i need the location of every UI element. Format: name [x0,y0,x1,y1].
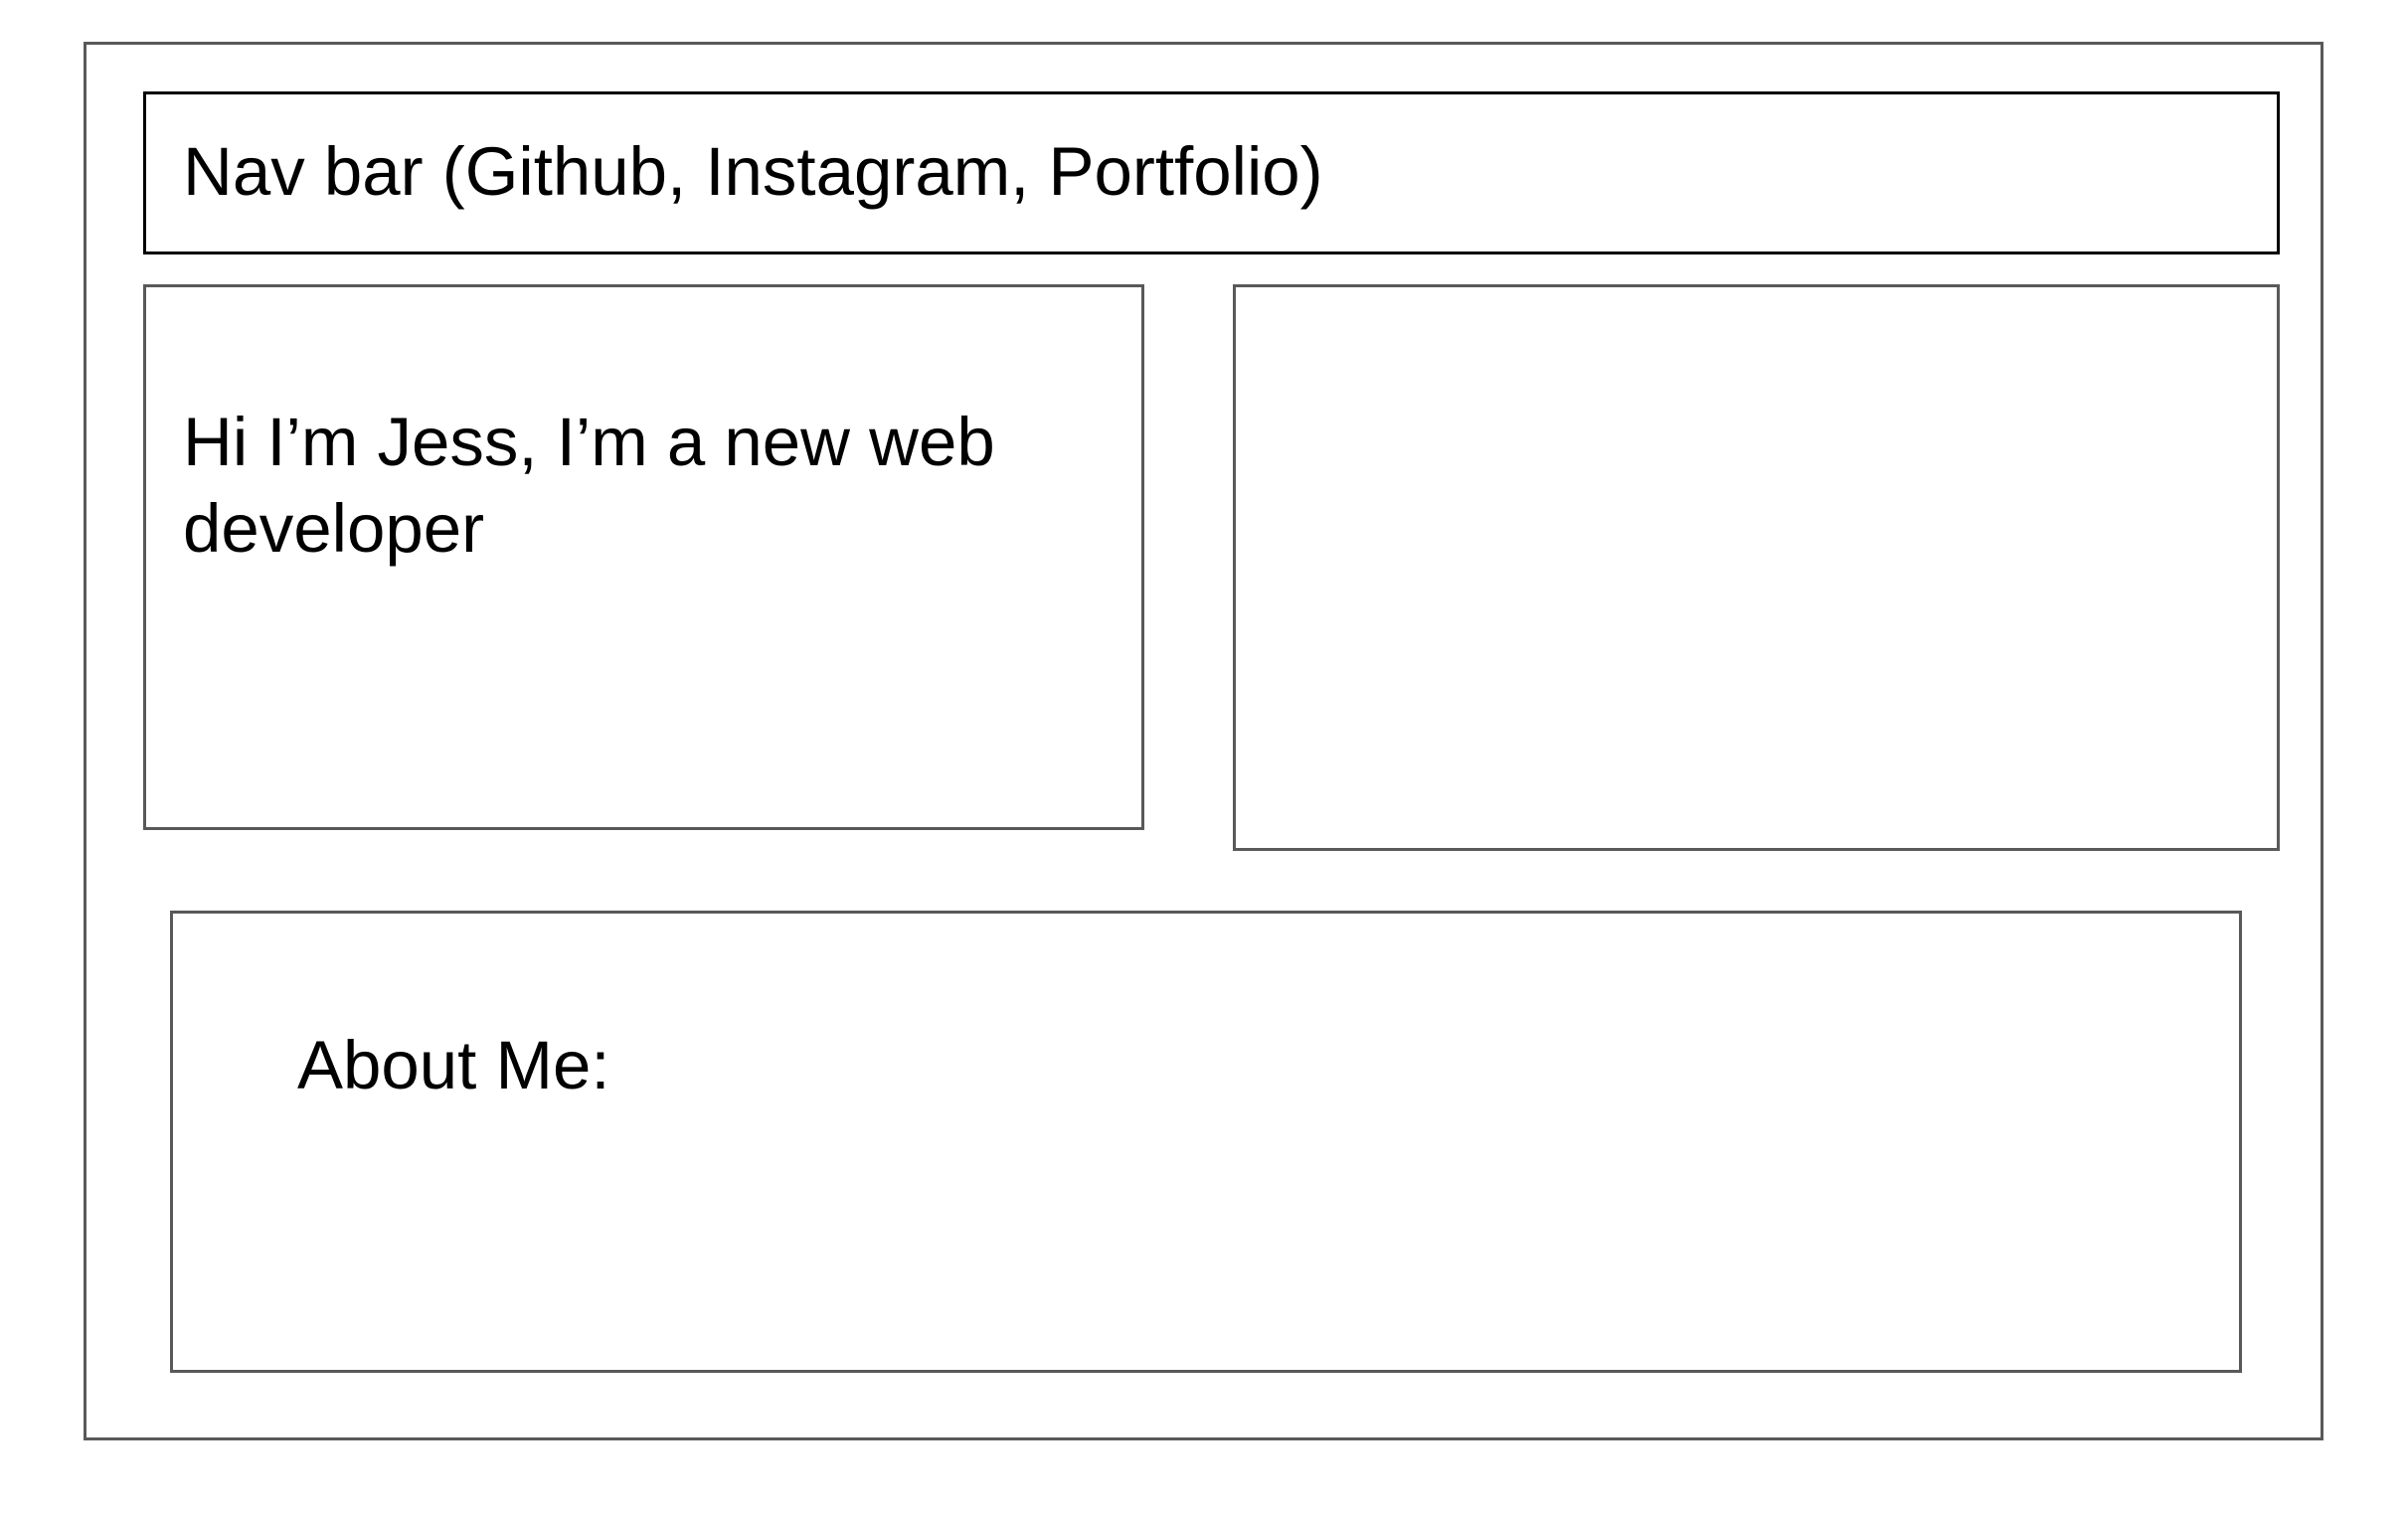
intro-text: Hi I’m Jess, I’m a new web developer [183,404,1014,567]
nav-bar-box: Nav bar (Github, Instagram, Portfolio) [143,91,2280,254]
intro-box: Hi I’m Jess, I’m a new web developer [143,284,1144,830]
about-me-label: About Me: [297,1027,610,1103]
about-me-box: About Me: [170,911,2242,1373]
nav-bar-label: Nav bar (Github, Instagram, Portfolio) [183,133,1323,210]
image-placeholder-box [1233,284,2280,851]
